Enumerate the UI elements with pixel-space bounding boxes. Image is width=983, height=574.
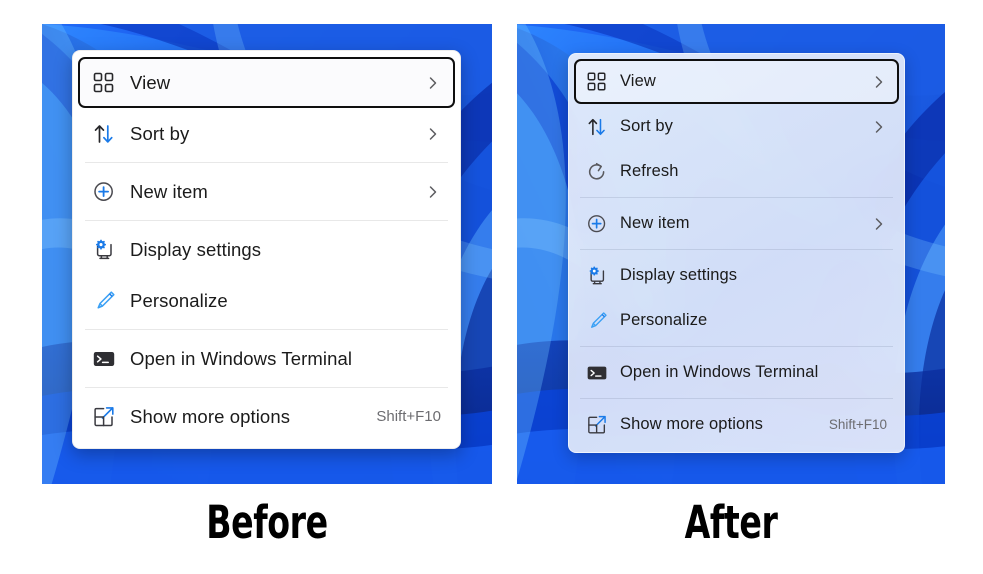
menu-separator [580,398,893,399]
menu-item-show-more-options[interactable]: Show more options Shift+F10 [574,402,899,447]
caption-after: After [684,496,778,549]
panel-after: View Sort by Refresh New item Display settin… [517,24,945,484]
menu-item-personalize[interactable]: Personalize [78,275,455,326]
caption-before: Before [206,496,328,549]
menu-item-label: View [130,71,171,93]
context-menu-before[interactable]: View Sort by New item Display settings Perso… [72,50,461,449]
before-after-comparison: View Sort by New item Display settings Perso… [0,0,983,574]
menu-item-label: Open in Windows Terminal [130,347,353,369]
menu-item-label: Show more options [620,415,763,433]
menu-item-label: Refresh [620,162,679,180]
show-more-options-icon [90,403,118,431]
display-settings-icon [584,263,609,288]
chevron-right-icon [425,126,441,142]
menu-item-refresh[interactable]: Refresh [574,149,899,194]
menu-item-label: Sort by [130,122,190,144]
refresh-icon [584,159,609,184]
paintbrush-icon [584,308,609,333]
show-more-options-icon [584,412,609,437]
menu-item-label: Show more options [130,405,291,427]
menu-item-show-more-options[interactable]: Show more options Shift+F10 [78,391,455,442]
chevron-right-icon [871,119,887,135]
menu-item-label: Personalize [620,311,708,329]
sort-arrows-icon [584,114,609,139]
plus-circle-icon [90,178,118,206]
menu-item-sort-by[interactable]: Sort by [574,104,899,149]
menu-item-display-settings[interactable]: Display settings [78,224,455,275]
display-settings-icon [90,236,118,264]
paintbrush-icon [90,287,118,315]
menu-separator [85,220,448,221]
menu-item-display-settings[interactable]: Display settings [574,253,899,298]
menu-item-label: Open in Windows Terminal [620,363,819,381]
menu-separator [580,346,893,347]
menu-item-new-item[interactable]: New item [574,201,899,246]
menu-item-label: Display settings [130,238,262,260]
chevron-right-icon [425,75,441,91]
menu-separator [85,162,448,163]
view-grid-icon [90,69,118,97]
terminal-icon [584,360,609,385]
menu-item-label: New item [620,214,690,232]
menu-item-new-item[interactable]: New item [78,166,455,217]
menu-item-view[interactable]: View [574,59,899,104]
menu-separator [85,329,448,330]
menu-items-before: View Sort by New item Display settings Perso… [73,57,460,442]
menu-separator [85,387,448,388]
terminal-icon [90,345,118,373]
plus-circle-icon [584,211,609,236]
menu-separator [580,197,893,198]
menu-separator [580,249,893,250]
chevron-right-icon [871,216,887,232]
menu-item-label: View [620,72,656,90]
menu-item-open-in-windows-terminal[interactable]: Open in Windows Terminal [574,350,899,395]
menu-item-label: Personalize [130,289,228,311]
chevron-right-icon [425,184,441,200]
menu-item-open-in-windows-terminal[interactable]: Open in Windows Terminal [78,333,455,384]
view-grid-icon [584,69,609,94]
menu-item-sort-by[interactable]: Sort by [78,108,455,159]
chevron-right-icon [871,74,887,90]
sort-arrows-icon [90,120,118,148]
menu-item-view[interactable]: View [78,57,455,108]
menu-item-label: New item [130,180,208,202]
menu-item-shortcut: Shift+F10 [828,417,887,432]
menu-item-personalize[interactable]: Personalize [574,298,899,343]
panel-before: View Sort by New item Display settings Perso… [42,24,492,484]
menu-item-label: Sort by [620,117,673,135]
menu-item-shortcut: Shift+F10 [376,408,441,425]
menu-item-label: Display settings [620,266,738,284]
context-menu-after[interactable]: View Sort by Refresh New item Display settin… [568,53,905,453]
menu-items-after: View Sort by Refresh New item Display settin… [569,59,904,447]
